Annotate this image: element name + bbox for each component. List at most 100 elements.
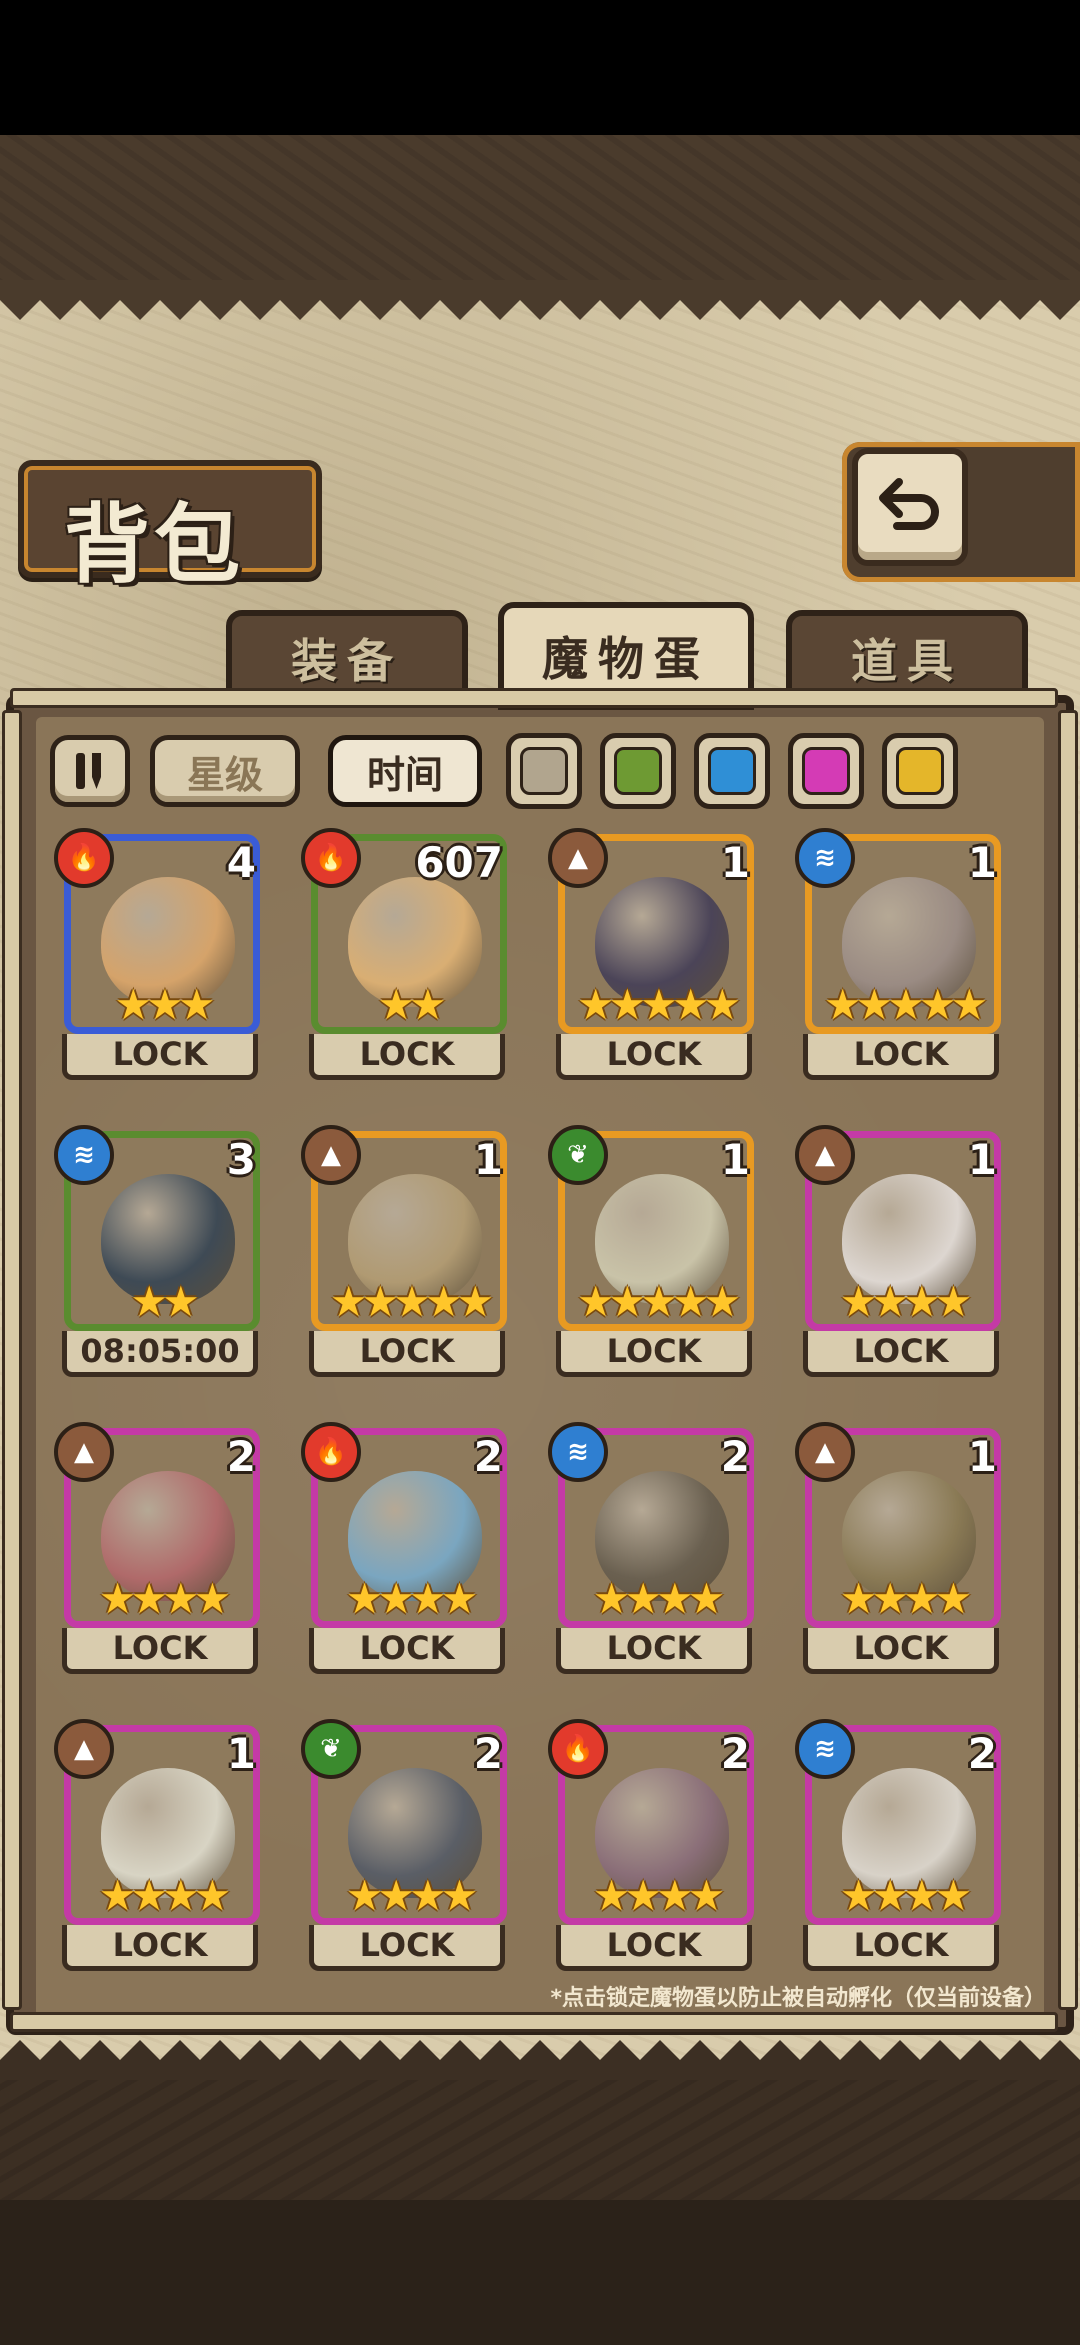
egg-count: 2 — [226, 1432, 256, 1481]
egg-card[interactable]: ▲ 1 ★★★★ LOCK — [50, 1719, 260, 1971]
rarity-filter-green[interactable] — [600, 733, 676, 809]
star-rating: ★★★★ — [592, 1871, 726, 1920]
star-rating: ★★★★★ — [329, 1277, 494, 1326]
earth-element-icon: ▲ — [301, 1125, 361, 1185]
egg-card[interactable]: ▲ 1 ★★★★ LOCK — [791, 1422, 1001, 1674]
star-rating: ★★★★ — [345, 1574, 479, 1623]
egg-count: 607 — [415, 838, 503, 887]
egg-card[interactable]: ▲ 1 ★★★★★ LOCK — [544, 828, 754, 1080]
fire-element-icon: 🔥 — [548, 1719, 608, 1779]
panel-bottom-rail — [10, 2012, 1058, 2032]
earth-element-icon: ▲ — [54, 1422, 114, 1482]
egg-card[interactable]: ▲ 2 ★★★★ LOCK — [50, 1422, 260, 1674]
lock-button[interactable]: LOCK — [556, 1925, 752, 1971]
rarity-swatch-green — [614, 747, 662, 795]
lock-button[interactable]: LOCK — [62, 1628, 258, 1674]
sort-by-star-button[interactable]: 星级 — [150, 735, 300, 807]
lock-button[interactable]: LOCK — [803, 1034, 999, 1080]
lock-button[interactable]: LOCK — [309, 1925, 505, 1971]
star-rating: ★★★★ — [98, 1871, 232, 1920]
rarity-filter-gold[interactable] — [882, 733, 958, 809]
lock-button[interactable]: LOCK — [309, 1628, 505, 1674]
rarity-filter-gray[interactable] — [506, 733, 582, 809]
sort-by-time-label: 时间 — [366, 752, 443, 797]
lock-button[interactable]: LOCK — [556, 1628, 752, 1674]
egg-card[interactable]: ▲ 1 ★★★★★ LOCK — [297, 1125, 507, 1377]
fire-element-icon: 🔥 — [301, 1422, 361, 1482]
page-title-plate: 背包 — [18, 460, 322, 595]
egg-count: 1 — [473, 1135, 503, 1184]
egg-count: 2 — [967, 1729, 997, 1778]
lock-button[interactable]: LOCK — [309, 1331, 505, 1377]
lock-button[interactable]: LOCK — [803, 1925, 999, 1971]
egg-card[interactable]: ≋ 3 ★★ 08:05:00 — [50, 1125, 260, 1377]
water-element-icon: ≋ — [795, 1719, 855, 1779]
back-arrow-icon — [879, 478, 939, 530]
lock-button[interactable]: LOCK — [309, 1034, 505, 1080]
torn-edge-top — [0, 280, 1080, 320]
rarity-swatch-purple — [802, 747, 850, 795]
egg-card[interactable]: ≋ 2 ★★★★ LOCK — [544, 1422, 754, 1674]
water-element-icon: ≋ — [54, 1125, 114, 1185]
egg-card[interactable]: ❦ 1 ★★★★★ LOCK — [544, 1125, 754, 1377]
rarity-filter-purple[interactable] — [788, 733, 864, 809]
lock-button[interactable]: LOCK — [803, 1331, 999, 1377]
rarity-swatch-blue — [708, 747, 756, 795]
lock-button[interactable]: LOCK — [803, 1628, 999, 1674]
lock-button[interactable]: LOCK — [62, 1925, 258, 1971]
sort-by-time-button[interactable]: 时间 — [328, 735, 482, 807]
lock-hint-note: *点击锁定魔物蛋以防止被自动孵化（仅当前设备） — [550, 1986, 1046, 2011]
fire-element-icon: 🔥 — [54, 828, 114, 888]
fire-element-icon: 🔥 — [301, 828, 361, 888]
rarity-swatch-gold — [896, 747, 944, 795]
star-rating: ★★★★ — [839, 1871, 973, 1920]
egg-count: 2 — [720, 1432, 750, 1481]
tab-equipment-label: 装备 — [291, 634, 403, 688]
egg-count: 1 — [720, 1135, 750, 1184]
star-rating: ★★★★★ — [823, 980, 988, 1029]
egg-card[interactable]: ≋ 2 ★★★★ LOCK — [791, 1719, 1001, 1971]
egg-count: 2 — [473, 1432, 503, 1481]
egg-card[interactable]: ❦ 2 ★★★★ LOCK — [297, 1719, 507, 1971]
rarity-swatch-gray — [520, 747, 568, 795]
earth-element-icon: ▲ — [548, 828, 608, 888]
panel-right-rail — [1058, 710, 1078, 2010]
egg-count: 1 — [967, 1135, 997, 1184]
egg-count: 1 — [967, 838, 997, 887]
egg-card[interactable]: 🔥 4 ★★★ LOCK — [50, 828, 260, 1080]
map-background-top — [0, 135, 1080, 285]
egg-count: 2 — [473, 1729, 503, 1778]
egg-count: 1 — [226, 1729, 256, 1778]
water-element-icon: ≋ — [548, 1422, 608, 1482]
back-button[interactable] — [852, 448, 968, 566]
torn-edge-bottom — [0, 2040, 1080, 2080]
earth-element-icon: ▲ — [795, 1422, 855, 1482]
egg-card[interactable]: 🔥 2 ★★★★ LOCK — [544, 1719, 754, 1971]
water-element-icon: ≋ — [795, 828, 855, 888]
egg-count: 2 — [720, 1729, 750, 1778]
star-rating: ★★★★★ — [576, 980, 741, 1029]
star-rating: ★★★★ — [345, 1871, 479, 1920]
tab-monster-eggs-label: 魔物蛋 — [542, 632, 710, 686]
star-rating: ★★★★★ — [576, 1277, 741, 1326]
star-rating: ★★ — [130, 1277, 199, 1326]
egg-count: 4 — [226, 838, 256, 887]
lock-button[interactable]: LOCK — [556, 1034, 752, 1080]
lock-button[interactable]: LOCK — [62, 1034, 258, 1080]
egg-count: 1 — [720, 838, 750, 887]
egg-card[interactable]: ≋ 1 ★★★★★ LOCK — [791, 828, 1001, 1080]
page-title: 背包 — [64, 495, 244, 595]
leaf-element-icon: ❦ — [548, 1125, 608, 1185]
egg-card[interactable]: 🔥 607 ★★ LOCK — [297, 828, 507, 1080]
star-rating: ★★ — [377, 980, 446, 1029]
earth-element-icon: ▲ — [795, 1125, 855, 1185]
egg-count: 3 — [226, 1135, 256, 1184]
egg-card[interactable]: ▲ 1 ★★★★ LOCK — [791, 1125, 1001, 1377]
earth-element-icon: ▲ — [54, 1719, 114, 1779]
map-background-bottom — [0, 2060, 1080, 2345]
star-rating: ★★★★ — [839, 1574, 973, 1623]
pause-button[interactable] — [50, 735, 130, 807]
lock-button[interactable]: LOCK — [556, 1331, 752, 1377]
egg-card[interactable]: 🔥 2 ★★★★ LOCK — [297, 1422, 507, 1674]
rarity-filter-blue[interactable] — [694, 733, 770, 809]
